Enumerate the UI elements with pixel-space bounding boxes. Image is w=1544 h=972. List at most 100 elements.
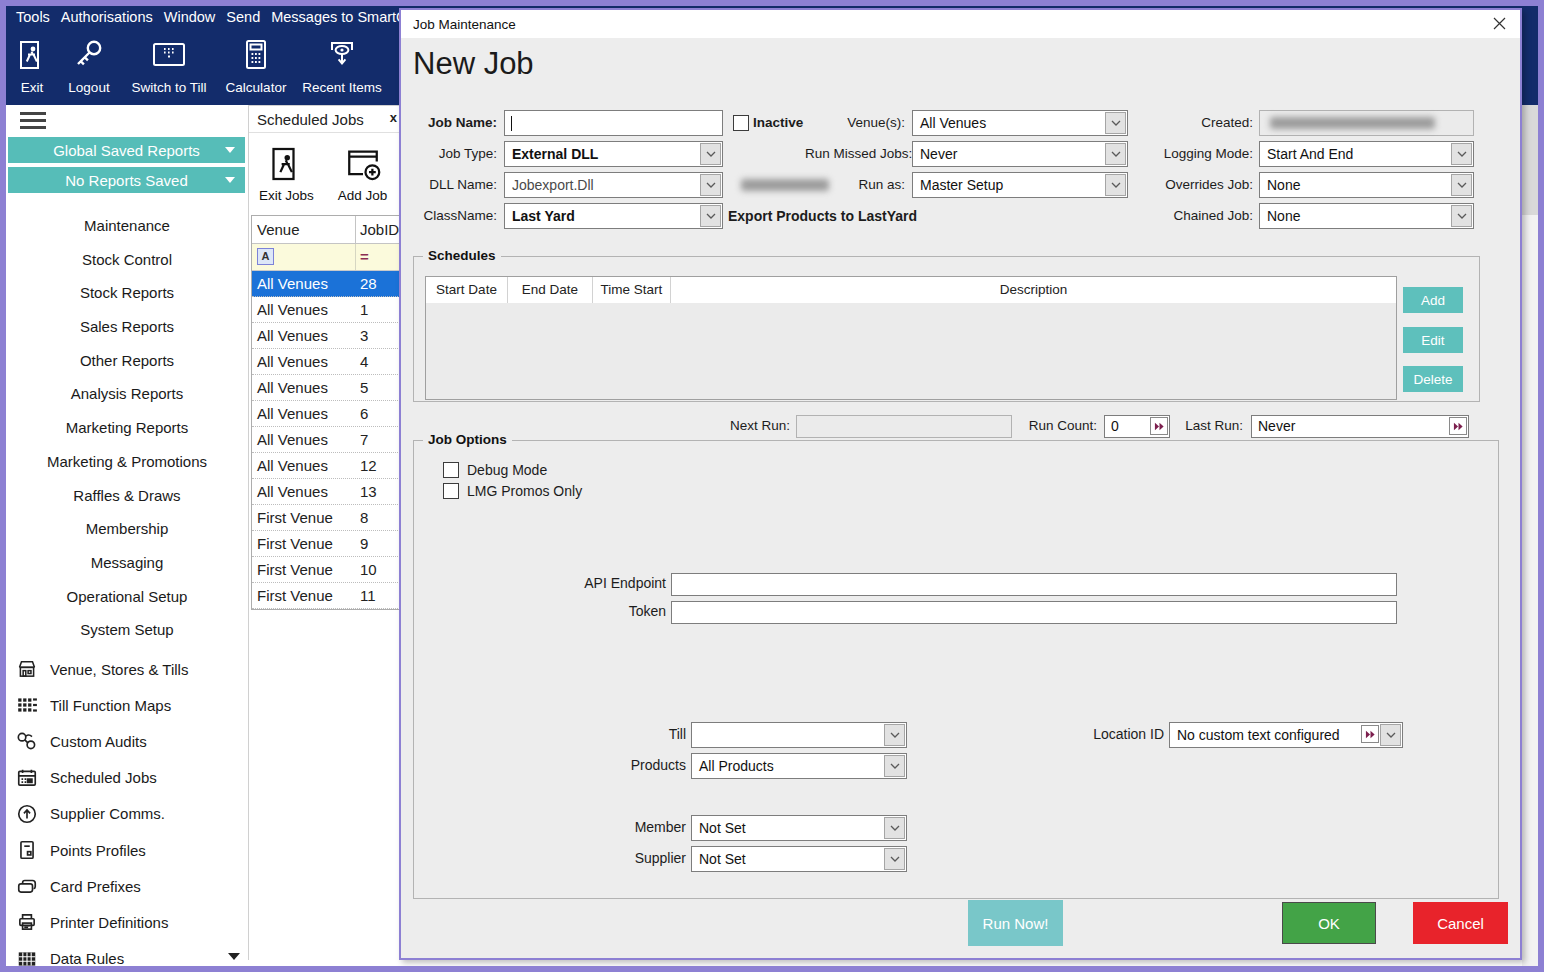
column-header-start-date[interactable]: Start Date xyxy=(426,277,508,303)
classname-dropdown[interactable]: Last Yard xyxy=(504,203,723,229)
api-endpoint-input[interactable] xyxy=(671,573,1397,596)
sidebar-item[interactable]: Stock Reports xyxy=(6,276,248,310)
delete-schedule-button[interactable]: Delete xyxy=(1403,366,1463,392)
sidebar: Global Saved Reports No Reports Saved Ma… xyxy=(6,105,248,966)
sidebar-item[interactable]: Marketing & Promotions xyxy=(6,445,248,479)
sidebar-item-points-profiles[interactable]: Points Profiles xyxy=(6,832,248,868)
run-now-button[interactable]: Run Now! xyxy=(968,900,1063,946)
calculator-button[interactable]: Calculator xyxy=(218,34,294,104)
dll-name-dropdown[interactable]: Jobexport.Dll xyxy=(504,172,723,198)
chevron-down-icon[interactable] xyxy=(700,205,721,227)
chained-job-dropdown[interactable]: None xyxy=(1259,203,1474,229)
sidebar-item[interactable]: Messaging xyxy=(6,546,248,580)
sidebar-item-printer-definitions[interactable]: Printer Definitions xyxy=(6,904,248,940)
job-type-dropdown[interactable]: External DLL xyxy=(504,141,723,167)
panel-close-icon[interactable]: x xyxy=(390,110,397,125)
sidebar-item-card-prefixes[interactable]: Card Prefixes xyxy=(6,868,248,904)
cards-icon xyxy=(16,875,38,897)
schedules-table: Start Date End Date Time Start Descripti… xyxy=(425,276,1397,400)
exit-door-icon xyxy=(266,144,306,184)
sidebar-item-scheduled-jobs[interactable]: Scheduled Jobs xyxy=(6,760,248,796)
sidebar-item[interactable]: Membership xyxy=(6,512,248,546)
overrides-job-dropdown[interactable]: None xyxy=(1259,172,1474,198)
scrollbar[interactable] xyxy=(1522,105,1538,215)
sidebar-item-supplier-comms[interactable]: Supplier Comms. xyxy=(6,796,248,832)
token-input[interactable] xyxy=(671,601,1397,624)
logout-button[interactable]: Logout xyxy=(58,34,120,104)
sidebar-item[interactable]: Other Reports xyxy=(6,344,248,378)
menu-item[interactable]: Send xyxy=(226,9,260,25)
add-job-button[interactable]: Add Job xyxy=(338,133,388,213)
lmg-promos-only-checkbox[interactable] xyxy=(443,483,459,499)
sidebar-item-venue-stores-tills[interactable]: Venue, Stores & Tills xyxy=(6,651,248,687)
sidebar-item[interactable]: System Setup xyxy=(6,613,248,647)
add-schedule-button[interactable]: Add xyxy=(1403,287,1463,313)
sidebar-item[interactable]: Maintenance xyxy=(6,209,248,243)
sidebar-item-data-rules[interactable]: Data Rules xyxy=(6,941,248,972)
location-id-label: Location ID xyxy=(1014,722,1164,746)
sidebar-item-label: Printer Definitions xyxy=(50,914,168,931)
ok-button[interactable]: OK xyxy=(1282,902,1376,944)
edit-schedule-button[interactable]: Edit xyxy=(1403,327,1463,353)
menu-item[interactable]: Window xyxy=(164,9,216,25)
sidebar-scroll-down-arrow[interactable] xyxy=(228,953,240,960)
menu-item[interactable]: Tools xyxy=(16,9,50,25)
chevron-down-icon[interactable] xyxy=(700,143,721,165)
chevron-down-icon[interactable] xyxy=(1451,143,1472,165)
run-count-value: 0 xyxy=(1111,416,1119,437)
sidebar-item[interactable]: Operational Setup xyxy=(6,580,248,614)
chevron-down-icon[interactable] xyxy=(1451,205,1472,227)
column-header-end-date[interactable]: End Date xyxy=(508,277,593,303)
fast-forward-icon[interactable] xyxy=(1361,725,1379,743)
job-name-input[interactable] xyxy=(504,110,723,136)
column-header-time-start[interactable]: Time Start xyxy=(593,277,671,303)
switch-to-till-button[interactable]: Switch to Till xyxy=(120,34,218,104)
cancel-button[interactable]: Cancel xyxy=(1413,902,1508,944)
member-dropdown[interactable]: Not Set xyxy=(691,815,907,841)
printer-icon xyxy=(16,911,38,933)
run-as-dropdown[interactable]: Master Setup xyxy=(912,172,1128,198)
overrides-job-value: None xyxy=(1267,173,1300,197)
chevron-down-icon[interactable] xyxy=(884,724,905,746)
products-dropdown[interactable]: All Products xyxy=(691,753,907,779)
hamburger-menu-icon[interactable] xyxy=(20,112,46,132)
chevron-down-icon[interactable] xyxy=(884,817,905,839)
chevron-down-icon[interactable] xyxy=(884,848,905,870)
global-saved-reports-dropdown[interactable]: Global Saved Reports xyxy=(8,137,245,163)
menu-item[interactable]: Authorisations xyxy=(61,9,153,25)
till-screen-icon xyxy=(151,34,187,76)
dialog-close-icon[interactable] xyxy=(1493,17,1506,33)
filter-text-icon[interactable]: A xyxy=(257,248,274,265)
chevron-down-icon[interactable] xyxy=(1451,174,1472,196)
run-missed-jobs-dropdown[interactable]: Never xyxy=(912,141,1128,167)
venues-dropdown[interactable]: All Venues xyxy=(912,110,1128,136)
chevron-down-icon xyxy=(225,147,235,153)
sidebar-item[interactable]: Sales Reports xyxy=(6,310,248,344)
exit-button[interactable]: Exit xyxy=(6,34,58,104)
fast-forward-icon[interactable] xyxy=(1449,417,1467,435)
recent-items-button[interactable]: Recent Items xyxy=(294,34,390,104)
column-header-description[interactable]: Description xyxy=(671,277,1396,303)
till-dropdown[interactable] xyxy=(691,722,907,748)
chevron-down-icon[interactable] xyxy=(884,755,905,777)
sidebar-item-custom-audits[interactable]: Custom Audits xyxy=(6,723,248,759)
filter-equals-icon[interactable]: = xyxy=(360,248,369,265)
job-type-value: External DLL xyxy=(512,142,598,166)
sidebar-item[interactable]: Stock Control xyxy=(6,243,248,277)
sidebar-item-till-function-maps[interactable]: Till Function Maps xyxy=(6,687,248,723)
exit-jobs-button[interactable]: Exit Jobs xyxy=(259,133,314,213)
inactive-checkbox[interactable] xyxy=(733,115,749,131)
sidebar-item[interactable]: Analysis Reports xyxy=(6,377,248,411)
chevron-down-icon[interactable] xyxy=(700,174,721,196)
chevron-down-icon[interactable] xyxy=(1380,724,1401,746)
sidebar-item[interactable]: Raffles & Draws xyxy=(6,479,248,513)
run-as-label: Run as: xyxy=(805,172,905,198)
column-header-venue[interactable]: Venue xyxy=(252,216,356,243)
logging-mode-dropdown[interactable]: Start And End xyxy=(1259,141,1474,167)
location-id-field[interactable]: No custom text configured xyxy=(1169,722,1403,748)
supplier-dropdown[interactable]: Not Set xyxy=(691,846,907,872)
job-name-label: Job Name: xyxy=(401,110,497,136)
debug-mode-checkbox[interactable] xyxy=(443,462,459,478)
no-reports-saved-dropdown[interactable]: No Reports Saved xyxy=(8,167,245,193)
sidebar-item[interactable]: Marketing Reports xyxy=(6,411,248,445)
